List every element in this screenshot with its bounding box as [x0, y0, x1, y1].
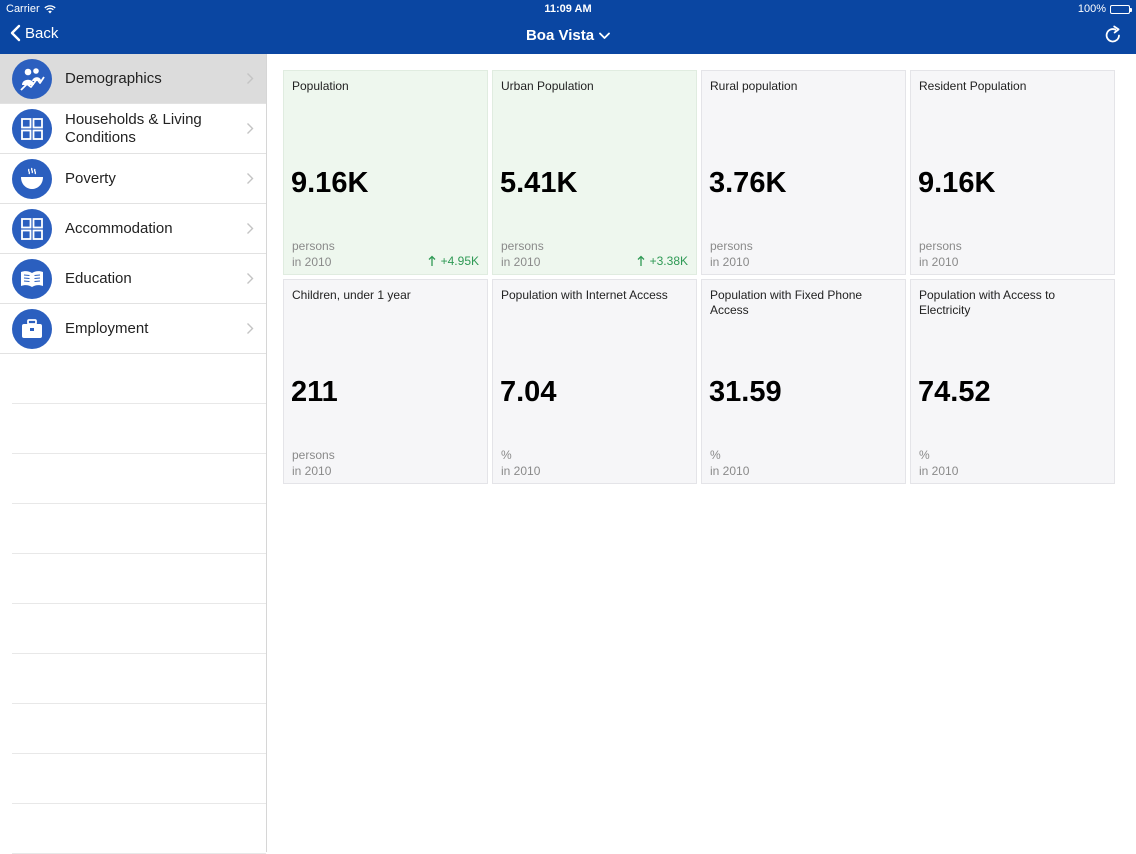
chevron-right-icon: [247, 223, 254, 234]
briefcase-icon: [12, 308, 52, 349]
empty-list-row: [12, 504, 266, 554]
empty-list-row: [12, 454, 266, 504]
empty-list-row: [12, 354, 266, 404]
card-title: Children, under 1 year: [292, 288, 411, 302]
book-icon: [12, 258, 52, 299]
status-time: 11:09 AM: [544, 3, 592, 15]
card-value: 3.76K: [709, 167, 787, 199]
indicator-card-urban-population[interactable]: Urban Population 5.41K persons in 2010 +…: [492, 70, 697, 275]
indicator-card-resident-population[interactable]: Resident Population 9.16K persons in 201…: [910, 70, 1115, 275]
battery-icon: [1110, 4, 1132, 14]
chevron-right-icon: [247, 273, 254, 284]
indicator-grid: Population 9.16K persons in 2010 +4.95K …: [283, 70, 1115, 484]
arrow-up-icon: [428, 255, 436, 266]
indicator-card-children-under-1[interactable]: Children, under 1 year 211 persons in 20…: [283, 279, 488, 484]
navigation-bar: Back Boa Vista: [0, 18, 1136, 54]
arrow-up-icon: [637, 255, 645, 266]
indicator-card-internet-access[interactable]: Population with Internet Access 7.04 % i…: [492, 279, 697, 484]
card-unit: %: [501, 448, 512, 462]
card-delta: +4.95K: [428, 254, 479, 268]
sidebar-item-label: Households & Living Conditions: [65, 110, 202, 146]
card-year: in 2010: [292, 255, 332, 269]
card-title: Population with Internet Access: [501, 288, 668, 302]
card-year: in 2010: [710, 255, 750, 269]
empty-list-row: [12, 554, 266, 604]
empty-list-row: [12, 654, 266, 704]
grid-icon: [12, 108, 52, 149]
status-bar: Carrier 11:09 AM 100%: [0, 0, 1136, 18]
chevron-down-icon: [599, 32, 610, 39]
sidebar-item-accommodation[interactable]: Accommodation: [0, 204, 266, 254]
card-unit: persons: [710, 239, 753, 253]
card-delta-value: +4.95K: [440, 254, 479, 268]
bowl-icon: [12, 158, 52, 199]
battery-percent: 100%: [1077, 3, 1106, 15]
indicator-card-rural-population[interactable]: Rural population 3.76K persons in 2010: [701, 70, 906, 275]
card-unit: persons: [292, 239, 335, 253]
indicator-card-electricity-access[interactable]: Population with Access to Electricity 74…: [910, 279, 1115, 484]
card-value: 5.41K: [500, 167, 578, 199]
grid-icon: [12, 208, 52, 249]
card-title: Population: [292, 79, 349, 93]
chevron-right-icon: [247, 123, 254, 134]
chevron-right-icon: [247, 323, 254, 334]
card-delta: +3.38K: [637, 254, 688, 268]
card-year: in 2010: [501, 255, 541, 269]
card-value: 9.16K: [918, 167, 996, 199]
card-delta-value: +3.38K: [649, 254, 688, 268]
empty-list-row: [12, 704, 266, 754]
page-title: Boa Vista: [525, 27, 595, 44]
location-title-container: Boa Vista: [0, 27, 1136, 44]
card-year: in 2010: [710, 464, 750, 478]
card-value: 7.04: [500, 376, 557, 408]
empty-list-row: [12, 404, 266, 454]
card-year: in 2010: [919, 255, 959, 269]
card-value: 9.16K: [291, 167, 369, 199]
empty-list-row: [12, 804, 266, 854]
card-unit: %: [919, 448, 930, 462]
card-title: Rural population: [710, 79, 798, 93]
battery-info: 100%: [1077, 3, 1132, 15]
indicator-card-population[interactable]: Population 9.16K persons in 2010 +4.95K: [283, 70, 488, 275]
card-unit: persons: [501, 239, 544, 253]
sidebar-item-label: Education: [65, 269, 132, 287]
card-title: Population with Access to Electricity: [919, 288, 1056, 317]
top-bar: Carrier 11:09 AM 100% Back Boa Vista: [0, 0, 1136, 54]
chevron-right-icon: [247, 73, 254, 84]
card-value: 74.52: [918, 376, 991, 408]
card-unit: persons: [292, 448, 335, 462]
empty-list-row: [12, 754, 266, 804]
sidebar-item-label: Demographics: [65, 69, 162, 87]
card-title: Urban Population: [501, 79, 594, 93]
indicator-card-fixed-phone-access[interactable]: Population with Fixed Phone Access 31.59…: [701, 279, 906, 484]
card-year: in 2010: [292, 464, 332, 478]
refresh-icon: [1105, 25, 1120, 43]
category-sidebar: Demographics Households & Living Conditi…: [0, 54, 267, 854]
card-unit: persons: [919, 239, 962, 253]
card-value: 211: [291, 376, 338, 408]
sidebar-item-label: Accommodation: [65, 219, 173, 237]
sidebar-item-poverty[interactable]: Poverty: [0, 154, 266, 204]
location-dropdown[interactable]: Boa Vista: [526, 27, 610, 44]
chevron-right-icon: [247, 173, 254, 184]
demographics-icon: [12, 58, 52, 99]
card-year: in 2010: [501, 464, 541, 478]
sidebar-item-households[interactable]: Households & Living Conditions: [0, 104, 266, 154]
sidebar-item-employment[interactable]: Employment: [0, 304, 266, 354]
empty-list-row: [12, 604, 266, 654]
sidebar-item-label: Employment: [65, 319, 149, 337]
card-value: 31.59: [709, 376, 782, 408]
card-title: Population with Fixed Phone Access: [710, 288, 863, 317]
card-unit: %: [710, 448, 721, 462]
sidebar-item-label: Poverty: [65, 169, 116, 187]
card-title: Resident Population: [919, 79, 1027, 93]
card-year: in 2010: [919, 464, 959, 478]
sidebar-item-demographics[interactable]: Demographics: [0, 54, 266, 104]
sidebar-item-education[interactable]: Education: [0, 254, 266, 304]
refresh-button[interactable]: [1104, 25, 1122, 49]
